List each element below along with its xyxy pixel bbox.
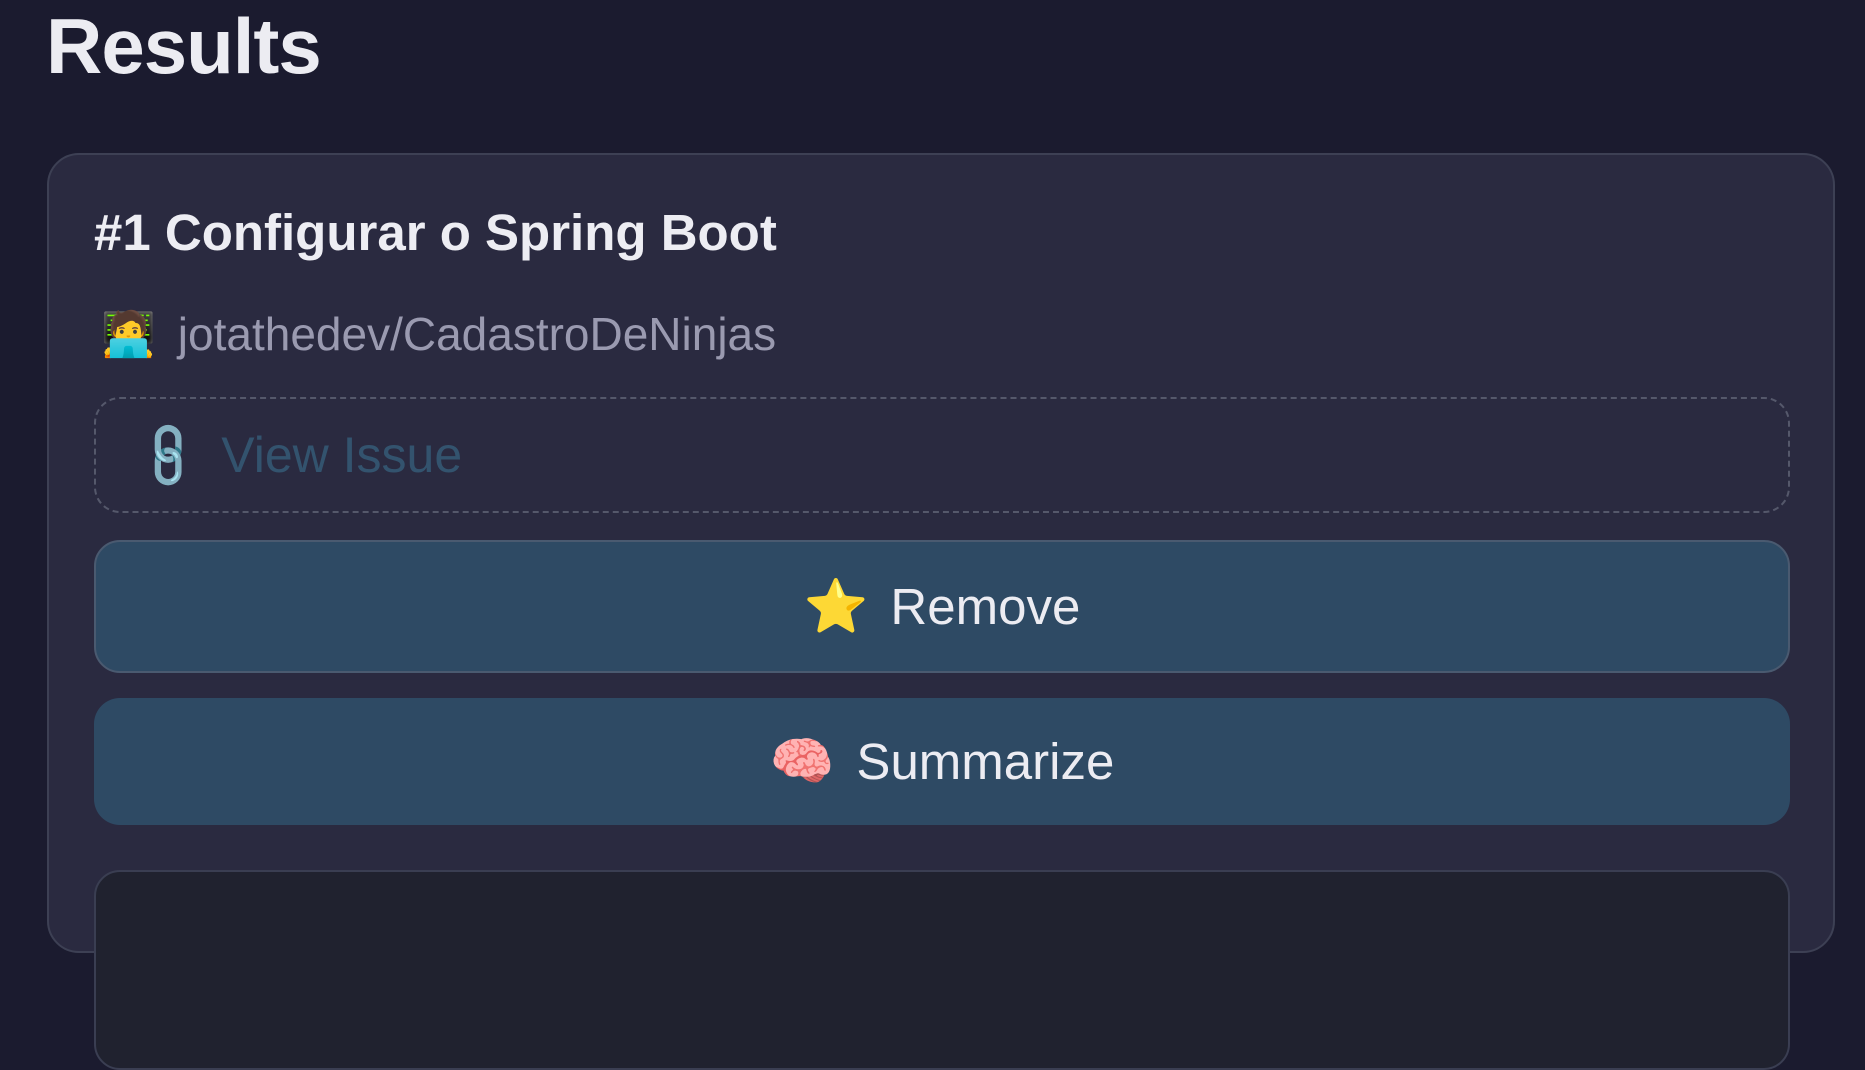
link-icon: 🔗	[128, 415, 208, 494]
remove-button[interactable]: ⭐ Remove	[94, 540, 1790, 673]
summarize-label: Summarize	[856, 733, 1115, 790]
summarize-button[interactable]: 🧠 Summarize	[94, 698, 1790, 825]
page-title: Results	[46, 2, 322, 90]
view-issue-label: View Issue	[221, 427, 463, 483]
developer-icon: 🧑‍💻	[101, 309, 156, 360]
repo-line: 🧑‍💻 jotathedev/CadastroDeNinjas	[101, 307, 776, 361]
view-issue-link[interactable]: 🔗 View Issue	[94, 397, 1790, 513]
repo-name: jotathedev/CadastroDeNinjas	[177, 308, 777, 360]
summary-output-panel	[94, 870, 1790, 1070]
star-icon: ⭐	[803, 577, 869, 637]
result-card: #1 Configurar o Spring Boot 🧑‍💻 jotathed…	[47, 153, 1835, 1070]
brain-icon: 🧠	[769, 732, 835, 792]
remove-label: Remove	[890, 578, 1081, 635]
issue-title: #1 Configurar o Spring Boot	[94, 204, 777, 261]
